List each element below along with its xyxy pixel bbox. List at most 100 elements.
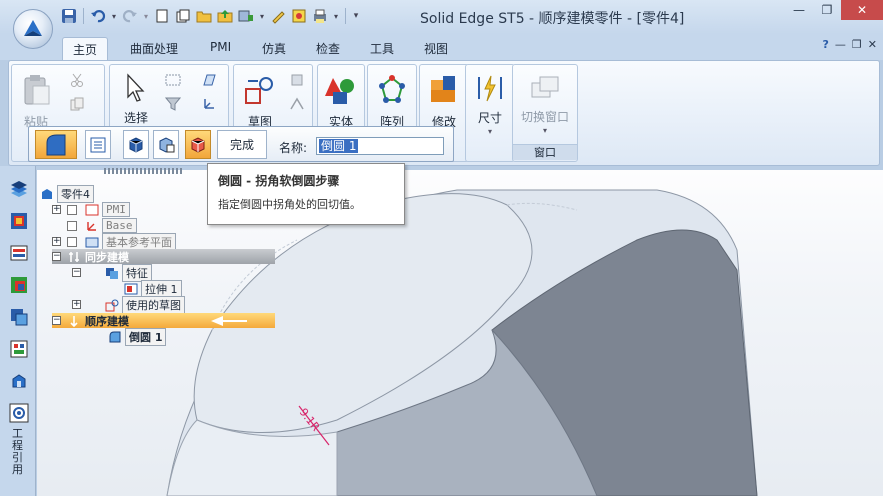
help-icon[interactable]: ?	[823, 38, 829, 51]
tree-item-pmi[interactable]: + PMI	[52, 202, 130, 217]
engineering-reference-label[interactable]: 工程引用	[12, 428, 26, 476]
project-icon[interactable]	[288, 71, 306, 89]
collapse-icon[interactable]: −	[52, 252, 61, 261]
pattern-button[interactable]: 阵列	[370, 67, 414, 135]
visibility-checkbox[interactable]	[67, 220, 77, 231]
title-bar: ▾ ▾ ▾ ▾ ▾ Solid Edge ST5 - 顺序建模零件 - [零件4…	[0, 0, 883, 34]
undo-dropdown-icon[interactable]: ▾	[110, 7, 118, 25]
tab-view[interactable]: 视图	[414, 37, 458, 60]
expand-icon[interactable]: +	[52, 237, 61, 246]
done-button[interactable]: 完成	[217, 130, 267, 159]
tree-item-sync[interactable]: − 同步建模	[52, 249, 129, 264]
rollback-arrow-icon[interactable]	[209, 315, 249, 327]
tooltip-body: 指定倒圆中拐角处的回切值。	[218, 198, 361, 211]
paste-button[interactable]: 粘贴	[14, 67, 58, 135]
expand-icon[interactable]: +	[72, 300, 81, 309]
minimize-button[interactable]: —	[785, 0, 813, 20]
save-icon[interactable]	[60, 7, 78, 25]
print-dropdown-icon[interactable]: ▾	[332, 7, 340, 25]
switch-window-button[interactable]: 切换窗口 ▾	[515, 67, 575, 135]
features-icon	[106, 267, 118, 279]
step-corner-cube[interactable]	[123, 130, 149, 159]
visibility-checkbox[interactable]	[67, 204, 77, 215]
copy-icon[interactable]	[68, 95, 86, 113]
tree-item-round[interactable]: 倒圆 1	[108, 327, 167, 346]
sensors-icon[interactable]	[8, 306, 30, 328]
color-palette-icon[interactable]	[8, 274, 30, 296]
family-members-icon[interactable]	[8, 370, 30, 392]
options-dropdown-icon[interactable]: ▾	[258, 7, 266, 25]
switch-window-label: 切换窗口	[520, 110, 569, 124]
feature-library-icon[interactable]	[8, 178, 30, 200]
corner-setback-icon	[191, 136, 205, 153]
ordered-icon	[70, 315, 78, 327]
close-button[interactable]: ✕	[841, 0, 883, 20]
cube-options-icon	[159, 136, 175, 153]
open-arrow-icon[interactable]	[216, 7, 234, 25]
expand-icon[interactable]: +	[52, 205, 61, 214]
quick-access-toolbar: ▾ ▾ ▾ ▾ ▾	[60, 4, 361, 28]
modify-button[interactable]: 修改	[422, 67, 466, 135]
step-select[interactable]	[85, 130, 111, 159]
print-icon[interactable]	[311, 7, 329, 25]
plane-icon[interactable]	[200, 71, 218, 89]
new-doc-icon[interactable]	[153, 7, 171, 25]
pencil-icon[interactable]	[269, 7, 287, 25]
cut-icon[interactable]	[68, 71, 86, 89]
mirror-icon[interactable]	[288, 95, 306, 113]
engineering-reference-icon[interactable]	[8, 402, 30, 424]
select-box-icon[interactable]	[164, 71, 182, 89]
copy-doc-icon[interactable]	[174, 7, 192, 25]
select-button[interactable]: 选择 ▾	[114, 67, 158, 136]
tab-inspect[interactable]: 检查	[306, 37, 350, 60]
tree-root[interactable]: 零件4	[40, 184, 94, 203]
restore-button[interactable]: ❐	[813, 0, 841, 20]
pathfinder-icon[interactable]	[8, 210, 30, 232]
tooltip-title: 倒圆 - 拐角软倒圆步骤	[218, 174, 340, 188]
tree-item-used-sketches[interactable]: + 使用的草图	[72, 295, 185, 314]
dimension-button[interactable]: 尺寸 ▾	[468, 67, 512, 136]
properties-icon[interactable]	[290, 7, 308, 25]
tree-item-extrude[interactable]: 拉伸 1	[124, 279, 182, 298]
pathfinder-grip[interactable]	[104, 168, 184, 174]
collapse-icon[interactable]: −	[72, 268, 81, 277]
redo-icon[interactable]	[121, 7, 139, 25]
options-icon[interactable]	[237, 7, 255, 25]
collapse-icon[interactable]: −	[52, 316, 61, 325]
dimension-dropdown-icon[interactable]: ▾	[488, 127, 492, 136]
tab-home[interactable]: 主页	[62, 37, 109, 60]
customize-qat-icon[interactable]: ▾	[351, 7, 361, 25]
tab-pmi[interactable]: PMI	[200, 37, 241, 60]
step-corner-setback[interactable]	[185, 130, 211, 159]
tab-simulation[interactable]: 仿真	[252, 37, 296, 60]
tab-tools[interactable]: 工具	[360, 37, 404, 60]
doc-restore-button[interactable]: ❐	[852, 38, 862, 51]
filter-icon[interactable]	[164, 95, 182, 113]
doc-close-button[interactable]: ✕	[868, 38, 877, 51]
coordinate-system-icon	[87, 221, 96, 231]
tab-surfacing[interactable]: 曲面处理	[120, 37, 188, 60]
redo-dropdown-icon[interactable]: ▾	[142, 7, 150, 25]
solid-button[interactable]: 实体	[319, 67, 363, 135]
tree-item-ordered[interactable]: − 顺序建模	[52, 313, 249, 328]
sketch-button[interactable]: 草图	[238, 67, 282, 135]
application-button[interactable]	[13, 9, 53, 49]
step-corner-options[interactable]	[153, 130, 179, 159]
tree-item-ref-planes[interactable]: + 基本参考平面	[52, 232, 176, 251]
doc-minimize-button[interactable]: —	[835, 38, 846, 51]
switch-window-dropdown-icon[interactable]: ▾	[543, 126, 547, 135]
solid-icon	[324, 73, 358, 107]
name-label: 名称:	[279, 141, 308, 155]
tree-item-features[interactable]: − 特征	[72, 263, 152, 282]
name-input[interactable]: 倒圆 1	[316, 137, 444, 155]
tree-item-base[interactable]: Base	[52, 218, 137, 233]
step-round-type[interactable]	[35, 130, 77, 159]
variables-icon[interactable]	[8, 338, 30, 360]
visibility-checkbox[interactable]	[67, 236, 77, 247]
undo-icon[interactable]	[89, 7, 107, 25]
coordinate-system-icon[interactable]	[200, 95, 218, 113]
dimension-icon	[473, 73, 507, 103]
layers-icon[interactable]	[8, 242, 30, 264]
tree-item-used-sketches-label: 使用的草图	[122, 295, 185, 314]
open-folder-icon[interactable]	[195, 7, 213, 25]
